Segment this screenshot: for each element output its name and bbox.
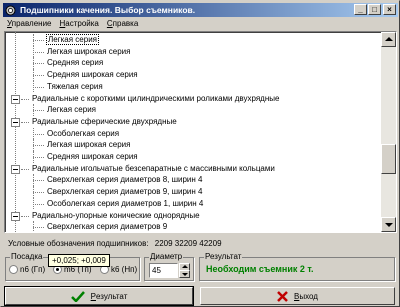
tree-connector bbox=[33, 63, 44, 65]
tree-connector bbox=[33, 133, 44, 135]
tree-series-item[interactable]: Легкая широкая серия bbox=[46, 139, 131, 150]
tree-group-item[interactable]: Радиальные с короткими цилиндрическими р… bbox=[31, 93, 280, 104]
tree-group-item[interactable]: Радиально-упорные конические однорядные bbox=[31, 210, 201, 221]
tree-collapse-icon[interactable] bbox=[11, 211, 20, 221]
arrow-down-icon bbox=[182, 273, 188, 276]
tree-item-label: Сверхлегкая серия диаметров 8, ширин 4 bbox=[47, 175, 203, 185]
tree-item-label: Сверхлегкая серия диаметров 9 bbox=[47, 222, 168, 232]
bearing-codes-label: Условные обозначения подшипников: bbox=[8, 239, 149, 248]
bearing-app-icon bbox=[5, 5, 16, 15]
bearing-tree-view[interactable]: Легкая серия Легкая широкая серия Средняя … bbox=[4, 31, 397, 233]
tree-collapse-icon[interactable] bbox=[11, 117, 20, 127]
result-text: Необходим съемник 2 т. bbox=[206, 264, 314, 274]
tree-vertical-scrollbar[interactable] bbox=[381, 32, 396, 232]
result-button[interactable]: Результат bbox=[4, 286, 194, 306]
diameter-spinner bbox=[179, 263, 190, 278]
tree-connector bbox=[33, 157, 44, 158]
tree-series-item[interactable]: Тяжелая серия bbox=[46, 81, 104, 92]
fit-groupbox-title: Посадка bbox=[10, 252, 44, 261]
diameter-down-button[interactable] bbox=[179, 270, 190, 278]
tree-connector bbox=[33, 203, 44, 205]
menu-nastroika[interactable]: Настройка bbox=[55, 18, 102, 30]
tree-series-item[interactable]: Средняя широкая серия bbox=[46, 69, 139, 80]
tree-trunk-line bbox=[15, 32, 16, 232]
tree-series-item[interactable]: Сверхлегкая серия диаметров 9 bbox=[46, 221, 168, 232]
tree-connector bbox=[33, 75, 44, 77]
tree-item-label: Тяжелая серия bbox=[47, 81, 103, 91]
tree-series-item[interactable]: Средняя серия bbox=[46, 57, 104, 68]
menu-spravka[interactable]: Справка bbox=[103, 18, 142, 30]
radio-n6[interactable] bbox=[9, 265, 18, 274]
result-groupbox-title: Результат bbox=[204, 252, 243, 261]
arrow-up-icon bbox=[182, 265, 188, 268]
bearing-codes-values: 2209 32209 42209 bbox=[154, 239, 222, 248]
tree-series-item[interactable]: Сверхлегкая серия диаметров 9, ширин 4 bbox=[46, 186, 203, 197]
tree-item-label: Радиально-упорные конические однорядные bbox=[32, 210, 200, 220]
tree-connector bbox=[33, 51, 44, 53]
close-x-icon bbox=[277, 290, 288, 302]
tree-connector bbox=[33, 145, 44, 147]
tree-collapse-icon[interactable] bbox=[11, 164, 20, 174]
diameter-groupbox: Диаметр 45 bbox=[144, 252, 194, 281]
tree-item-label: Радиальные с короткими цилиндрическими р… bbox=[32, 93, 280, 103]
tree-series-item[interactable]: Сверхлегкая серия диаметров 8, ширин 4 bbox=[46, 174, 203, 185]
tree-connector bbox=[33, 180, 44, 182]
tree-series-item[interactable]: Легкая серия bbox=[46, 104, 97, 115]
tree-item-label: Легкая широкая серия bbox=[47, 46, 131, 56]
tree-connector bbox=[21, 121, 29, 123]
scroll-down-button[interactable] bbox=[381, 217, 396, 232]
tree-connector bbox=[33, 40, 44, 41]
scroll-thumb[interactable] bbox=[381, 144, 396, 174]
tree-connector bbox=[21, 215, 29, 217]
tree-series-item[interactable]: Особолегкая серия диаметров 1, ширин 4 bbox=[46, 198, 204, 209]
tree-item-label: Особолегкая серия диаметров 1, ширин 4 bbox=[47, 198, 204, 208]
diameter-input[interactable]: 45 bbox=[149, 263, 178, 278]
tree-group-item[interactable]: Радиальные игольчатые безсепаратные с ма… bbox=[31, 163, 276, 174]
bearing-codes: Условные обозначения подшипников: 2209 3… bbox=[8, 239, 222, 248]
tree-connector bbox=[21, 98, 29, 100]
exit-button[interactable]: Выход bbox=[200, 287, 395, 305]
tree-item-label: Средняя серия bbox=[47, 58, 104, 68]
tree-item-label: Легкая широкая серия bbox=[47, 140, 131, 150]
diameter-groupbox-title: Диаметр bbox=[149, 252, 184, 261]
tree-item-label: Особолегкая серия bbox=[47, 128, 120, 138]
tree-connector bbox=[33, 227, 44, 229]
window-title: Подшипники качения. Выбор съемников. bbox=[20, 5, 196, 15]
arrow-down-icon bbox=[385, 223, 393, 227]
checkmark-icon bbox=[70, 290, 85, 302]
close-button[interactable]: × bbox=[383, 4, 396, 15]
main-window: Подшипники качения. Выбор съемников. _ □… bbox=[0, 0, 400, 307]
tree-group-item[interactable]: Радиальные сферические двухрядные bbox=[31, 116, 178, 127]
title-bar[interactable]: Подшипники качения. Выбор съемников. _ □… bbox=[3, 3, 398, 17]
tree-series-item[interactable]: Легкая серия bbox=[46, 34, 99, 45]
tree-item-label: Средняя широкая серия bbox=[47, 70, 138, 80]
tree-series-item[interactable]: Легкая широкая серия bbox=[46, 46, 131, 57]
tree-item-label: Сверхлегкая серия диаметров 9, ширин 4 bbox=[47, 187, 203, 197]
fit-option-n6[interactable]: n6 (Гп) bbox=[9, 265, 45, 274]
tree-item-label: Легкая серия bbox=[47, 105, 96, 115]
result-groupbox: Результат Необходим съемник 2 т. bbox=[199, 252, 395, 281]
scroll-up-button[interactable] bbox=[381, 32, 396, 47]
tree-collapse-icon[interactable] bbox=[11, 94, 20, 104]
tree-item-label: Радиальные игольчатые безсепаратные с ма… bbox=[32, 163, 275, 173]
minimize-button[interactable]: _ bbox=[354, 4, 367, 15]
maximize-button[interactable]: □ bbox=[368, 4, 381, 15]
menu-upravlenie[interactable]: Управление bbox=[3, 18, 55, 30]
tree-connector bbox=[33, 192, 44, 194]
tree-connector bbox=[21, 168, 29, 170]
tree-connector bbox=[33, 86, 44, 88]
tree-series-item[interactable]: Особолегкая серия bbox=[46, 128, 120, 139]
menu-bar: Управление Настройка Справка bbox=[3, 18, 142, 30]
tree-item-label: Радиальные сферические двухрядные bbox=[32, 116, 177, 126]
tree-items: Легкая серия Легкая широкая серия Средняя … bbox=[5, 32, 382, 232]
tree-series-item[interactable]: Средняя широкая серия bbox=[46, 151, 139, 162]
tree-item-label: Средняя широкая серия bbox=[47, 152, 138, 161]
tree-item-label: Легкая серия bbox=[46, 34, 99, 45]
fit-tolerance-tooltip: +0,025; +0,009 bbox=[48, 254, 110, 267]
arrow-up-icon bbox=[385, 37, 393, 41]
tree-connector bbox=[33, 110, 44, 112]
